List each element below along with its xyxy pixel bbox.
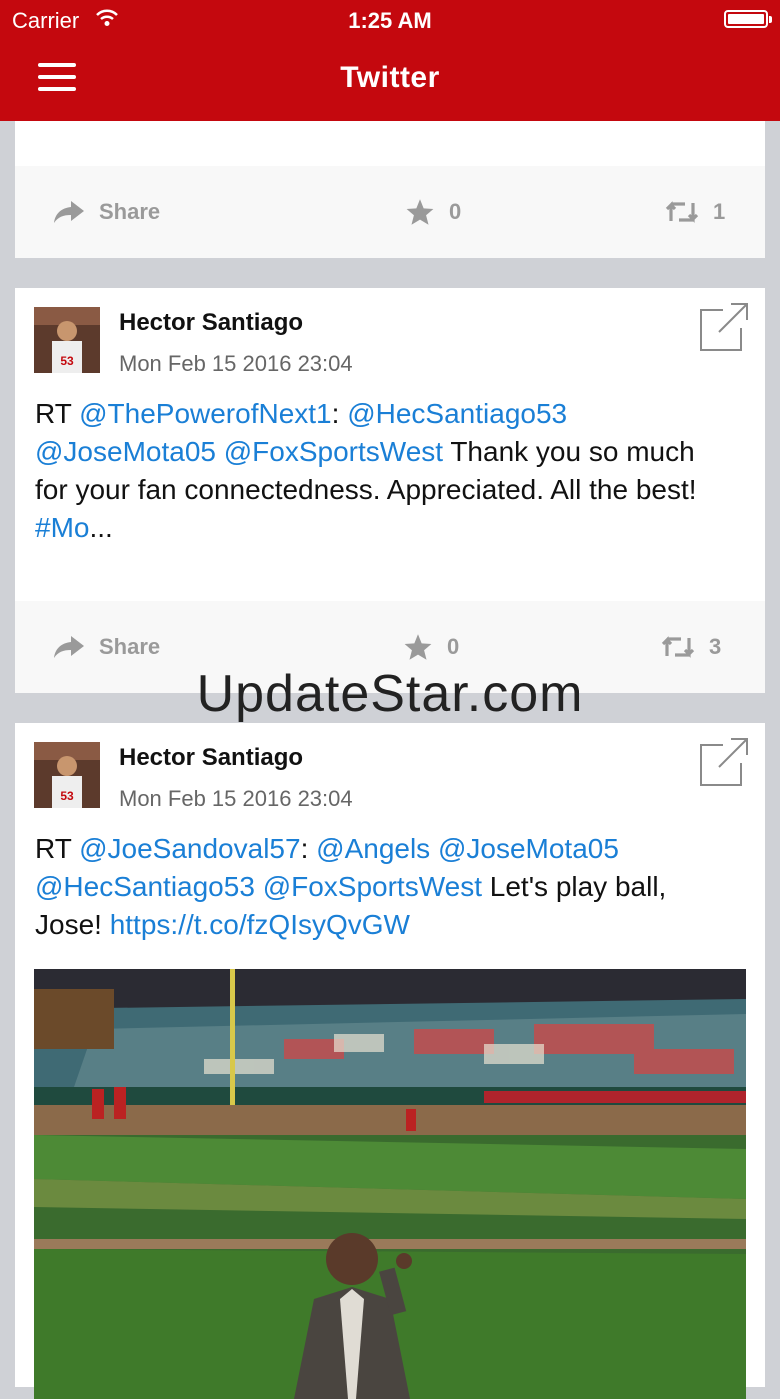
share-label: Share [99,199,161,224]
author-name[interactable]: Hector Santiago [119,744,303,772]
favorite-count: 0 [447,634,460,659]
tweet-text: RT @ThePowerofNext1: @HecSantiago53 @Jos… [35,395,735,547]
mention-link[interactable]: @Angels [316,833,430,864]
status-bar: Carrier 1:25 AM [0,0,780,40]
retweet-button[interactable]: 1 [665,166,725,258]
tweet-card: 53 Hector Santiago Mon Feb 15 2016 23:04… [15,723,765,1399]
battery-icon [724,10,772,28]
tweet-text-segment: : [331,398,348,429]
tweet-text-segment [216,436,224,467]
retweet-count: 1 [713,199,726,224]
mention-link[interactable]: @JoseMota05 [438,833,619,864]
tweet-card: Share 0 1 [15,121,765,258]
external-link-icon[interactable] [699,737,749,787]
mention-link[interactable]: @ThePowerofNext1 [79,398,332,429]
avatar[interactable]: 53 [34,742,100,808]
hashtag-link[interactable]: #Mo [35,512,89,543]
mention-link[interactable]: @JoseMota05 [35,436,216,467]
tweet-date: Mon Feb 15 2016 23:04 [119,786,353,811]
clock: 1:25 AM [348,8,432,33]
tweet-actions: Share 0 1 [15,166,765,258]
share-icon [54,201,84,223]
mention-link[interactable]: @FoxSportsWest [224,436,443,467]
external-link-icon[interactable] [699,302,749,352]
share-icon [54,636,84,658]
share-button[interactable]: Share [53,166,160,258]
avatar[interactable]: 53 [34,307,100,373]
svg-text:53: 53 [60,789,74,803]
star-icon [404,634,432,660]
author-name[interactable]: Hector Santiago [119,309,303,337]
retweet-count: 3 [709,634,722,659]
share-label: Share [99,634,161,659]
mention-link[interactable]: @HecSantiago53 [347,398,567,429]
star-icon [406,199,434,225]
tweet-text-segment [255,871,263,902]
favorite-button[interactable]: 0 [405,166,461,258]
favorite-count: 0 [449,199,462,224]
retweet-icon [661,636,695,658]
tweet-card: 53 Hector Santiago Mon Feb 15 2016 23:04… [15,288,765,693]
svg-text:53: 53 [60,354,74,368]
tweet-text-segment: RT [35,833,80,864]
tweet-text-segment: : [300,833,317,864]
app-header: Carrier 1:25 AM Twitter [0,0,780,121]
tweet-text-segment [430,833,438,864]
tweet-photo[interactable] [34,969,746,1399]
tweet-text: RT @JoeSandoval57: @Angels @JoseMota05 @… [35,830,735,944]
page-title: Twitter [340,61,440,94]
mention-link[interactable]: @JoeSandoval57 [79,833,300,864]
url-link[interactable]: https://t.co/fzQIsyQvGW [110,909,410,940]
tweet-text-segment: RT [35,398,80,429]
tweet-date: Mon Feb 15 2016 23:04 [119,351,353,376]
mention-link[interactable]: @HecSantiago53 [35,871,255,902]
tweet-text-segment: ... [89,512,113,543]
retweet-icon [665,201,699,223]
watermark: UpdateStar.com [196,665,584,723]
mention-link[interactable]: @FoxSportsWest [263,871,482,902]
